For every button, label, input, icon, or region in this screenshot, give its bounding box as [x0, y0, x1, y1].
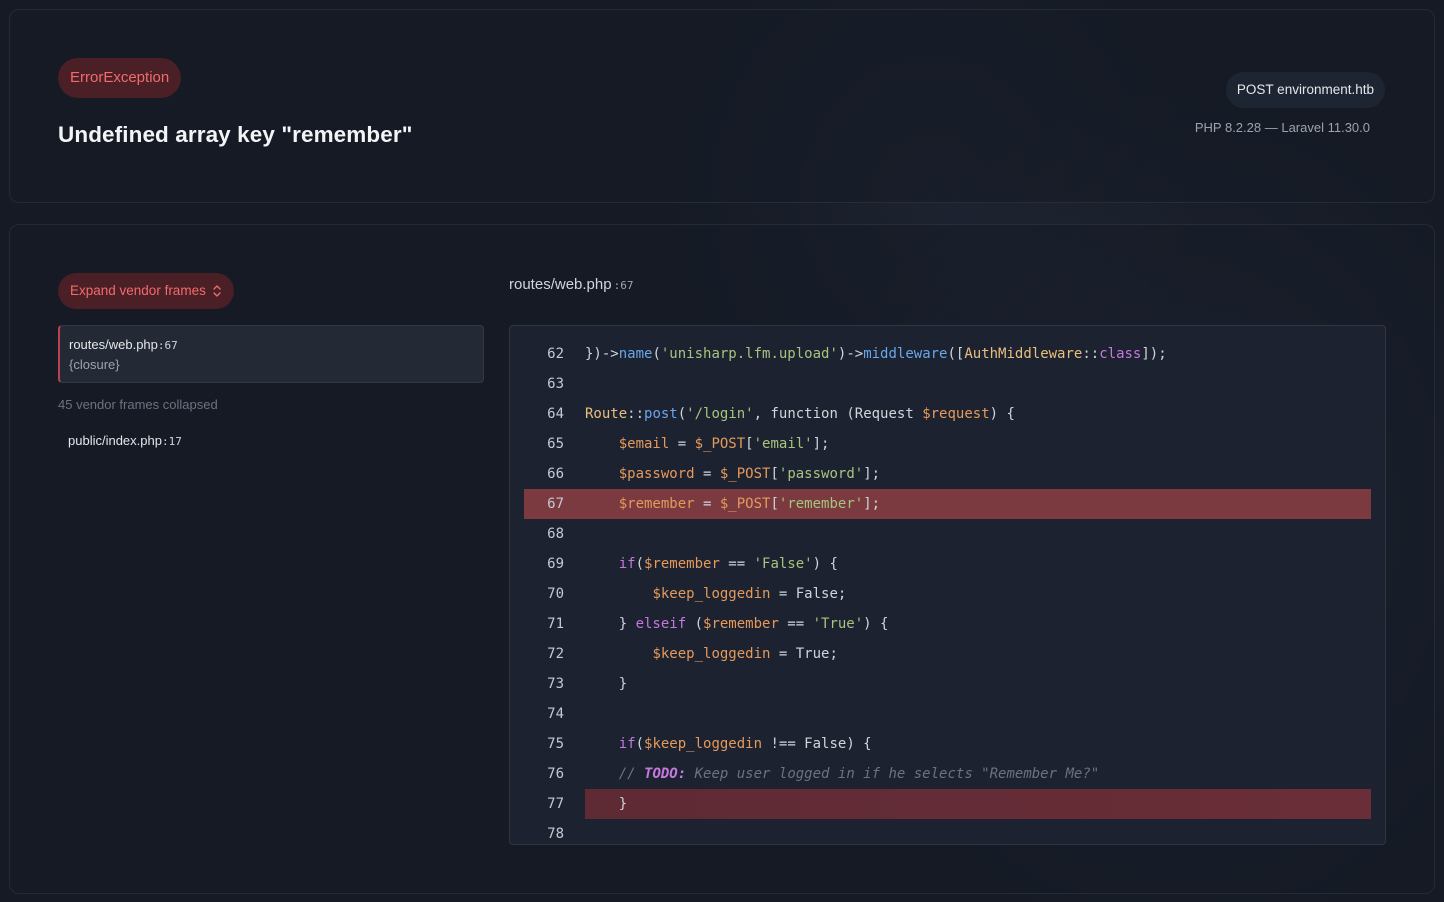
code-line: 75 if($keep_loggedin !== False) { [510, 729, 1385, 759]
line-number: 75 [547, 736, 564, 752]
stack-frame-line-number: :67 [157, 339, 178, 352]
stack-frame-item[interactable]: public/index.php:17 [68, 433, 182, 448]
stack-frame-line-number: :17 [161, 435, 182, 448]
exception-class-badge: ErrorException [58, 58, 182, 98]
code-line: 64 Route::post('/login', function (Reques… [510, 399, 1385, 429]
error-message-title: Undefined array key "remember" [58, 122, 413, 147]
code-text: $email = $_POST['email']; [618, 436, 830, 452]
code-text: $keep_loggedin = False; [652, 586, 847, 602]
line-number: 66 [547, 466, 564, 482]
code-text: $password = $_POST['password']; [618, 466, 881, 482]
line-number: 62 [547, 346, 564, 362]
code-text: } elseif ($remember == 'True') { [585, 616, 889, 632]
code-line: 63 [510, 369, 1385, 399]
stack-frame-file-name: routes/web.php [69, 337, 158, 352]
line-number: 67 [547, 496, 564, 512]
line-number: 76 [547, 766, 564, 782]
line-number: 69 [547, 556, 564, 572]
code-line: 67 $remember = $_POST['remember']; [510, 489, 1385, 519]
request-badge: POST environment.htb [1225, 72, 1385, 108]
line-number: 74 [547, 706, 564, 722]
version-info: PHP 8.2.28 — Laravel 11.30.0 [1194, 120, 1370, 135]
code-line: 62 })->name('unisharp.lfm.upload')->middl… [510, 339, 1385, 369]
code-line: 66 $password = $_POST['password']; [510, 459, 1385, 489]
stack-trace-panel: Expand vendor frames routes/web.php:67 {… [9, 224, 1435, 894]
expand-vendor-frames-button[interactable]: Expand vendor frames [58, 273, 234, 309]
expand-vendor-frames-label: Expand vendor frames [70, 283, 206, 298]
code-line: 73 } [510, 669, 1385, 699]
code-file-name: routes/web.php [509, 276, 612, 293]
code-file-line: :67 [613, 279, 634, 292]
code-file-header: routes/web.php:67 [509, 276, 633, 293]
line-number: 73 [547, 676, 564, 692]
code-line: 77 } [510, 789, 1385, 819]
code-line: 78 [510, 819, 1385, 844]
line-number: 72 [547, 646, 564, 662]
code-line: 72 $keep_loggedin = True; [510, 639, 1385, 669]
code-text: } [585, 676, 628, 692]
code-line: 65 $email = $_POST['email']; [510, 429, 1385, 459]
line-number: 78 [547, 826, 564, 842]
line-number: 68 [547, 526, 564, 542]
stack-frame-active[interactable]: routes/web.php:67 {closure} [58, 325, 484, 383]
line-number: 77 [547, 796, 564, 812]
code-line: 70 $keep_loggedin = False; [510, 579, 1385, 609]
code-text: $remember = $_POST['remember']; [618, 496, 881, 512]
code-text: $keep_loggedin = True; [652, 646, 838, 662]
code-line: 69 if($remember == 'False') { [510, 549, 1385, 579]
line-number: 63 [547, 376, 564, 392]
stack-frame-function: {closure} [69, 357, 120, 372]
line-number: 65 [547, 436, 564, 452]
code-text: if($keep_loggedin !== False) { [618, 736, 872, 752]
code-text: if($remember == 'False') { [618, 556, 838, 572]
line-number: 70 [547, 586, 564, 602]
stack-frame-file-name: public/index.php [68, 433, 162, 448]
code-line: 71 } elseif ($remember == 'True') { [510, 609, 1385, 639]
code-text: // TODO: Keep user logged in if he selec… [618, 766, 1100, 782]
line-number: 64 [547, 406, 564, 422]
code-line: 68 [510, 519, 1385, 549]
stack-frame-file: routes/web.php:67 [69, 337, 178, 352]
line-number: 71 [547, 616, 564, 632]
code-text: })->name('unisharp.lfm.upload')->middlew… [585, 346, 1167, 362]
error-header-panel: ErrorException Undefined array key "reme… [9, 9, 1435, 203]
code-text: Route::post('/login', function (Request … [585, 406, 1015, 422]
code-snippet: 62 })->name('unisharp.lfm.upload')->middl… [509, 325, 1386, 845]
code-line: 74 [510, 699, 1385, 729]
vendor-frames-collapsed-text: 45 vendor frames collapsed [58, 397, 218, 412]
code-text: } [585, 796, 628, 812]
secondary-highlight-background [585, 789, 1371, 819]
code-line: 76 // TODO: Keep user logged in if he se… [510, 759, 1385, 789]
chevron-up-down-icon [213, 285, 221, 297]
